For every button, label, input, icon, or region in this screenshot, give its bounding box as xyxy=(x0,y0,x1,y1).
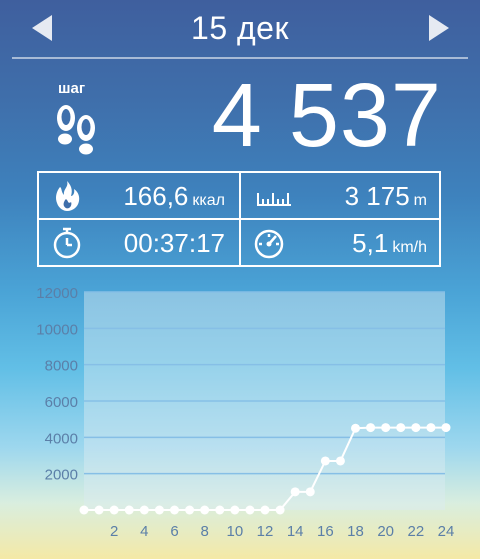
speed-value: 5,1 km/h xyxy=(352,228,427,258)
x-tick-label: 4 xyxy=(140,523,148,540)
stopwatch-icon xyxy=(53,227,81,259)
divider xyxy=(12,57,468,59)
header: 15 дек xyxy=(0,0,480,58)
stats-panel: 166,6 ккал 3 175 m 00:37:17 5,1 km/h xyxy=(37,171,441,267)
x-tick-label: 6 xyxy=(170,523,178,540)
data-point xyxy=(79,505,89,515)
x-tick-label: 24 xyxy=(438,523,455,540)
duration-cell: 00:37:17 xyxy=(39,220,239,265)
data-point xyxy=(396,423,406,433)
data-point xyxy=(215,505,225,515)
data-point xyxy=(305,487,315,497)
calories-cell: 166,6 ккал xyxy=(39,173,239,218)
data-point xyxy=(185,505,195,515)
data-point xyxy=(381,423,391,433)
steps-label: шаг xyxy=(58,80,86,97)
x-tick-label: 18 xyxy=(347,523,364,540)
data-point xyxy=(245,505,255,515)
data-point xyxy=(124,505,134,515)
data-point xyxy=(275,505,285,515)
speed-cell: 5,1 km/h xyxy=(241,220,441,265)
data-point xyxy=(351,423,360,433)
x-tick-label: 8 xyxy=(200,523,208,540)
y-tick-label: 12000 xyxy=(36,285,78,302)
data-point xyxy=(94,505,104,515)
data-point xyxy=(426,423,436,433)
x-tick-label: 16 xyxy=(317,523,334,540)
distance-cell: 3 175 m xyxy=(241,173,441,218)
steps-count: 4 537 xyxy=(211,66,442,166)
data-point xyxy=(290,487,300,497)
speedometer-icon xyxy=(254,229,284,259)
data-point xyxy=(366,423,376,433)
footprints-icon xyxy=(57,105,95,155)
data-point xyxy=(109,505,119,515)
data-point xyxy=(139,505,149,515)
duration-value: 00:37:17 xyxy=(123,228,225,258)
y-tick-label: 2000 xyxy=(45,467,78,484)
data-point xyxy=(154,505,164,515)
data-point xyxy=(170,505,179,515)
ruler-icon xyxy=(257,193,291,206)
x-tick-label: 2 xyxy=(110,523,118,540)
distance-value: 3 175 m xyxy=(344,181,427,211)
y-tick-label: 8000 xyxy=(45,358,78,375)
date-title: 15 дек xyxy=(191,10,289,46)
x-tick-label: 20 xyxy=(377,523,394,540)
data-point xyxy=(230,505,240,515)
data-point xyxy=(260,505,270,515)
data-point xyxy=(335,456,345,466)
y-tick-label: 10000 xyxy=(36,321,78,338)
data-point xyxy=(200,505,210,515)
x-tick-label: 12 xyxy=(257,523,274,540)
y-tick-label: 6000 xyxy=(45,394,78,411)
x-tick-label: 14 xyxy=(287,523,304,540)
calories-value: 166,6 ккал xyxy=(123,181,225,211)
x-tick-label: 22 xyxy=(407,523,424,540)
flame-icon xyxy=(56,181,80,211)
y-tick-label: 4000 xyxy=(45,430,78,447)
data-point xyxy=(320,456,330,466)
next-day-button[interactable] xyxy=(429,15,449,41)
x-tick-label: 10 xyxy=(226,523,243,540)
steps-chart: 20004000600080001000012000 2 4 6 8 10 12 14 16 1… xyxy=(36,285,455,540)
data-point xyxy=(411,423,421,433)
data-point xyxy=(441,423,451,433)
